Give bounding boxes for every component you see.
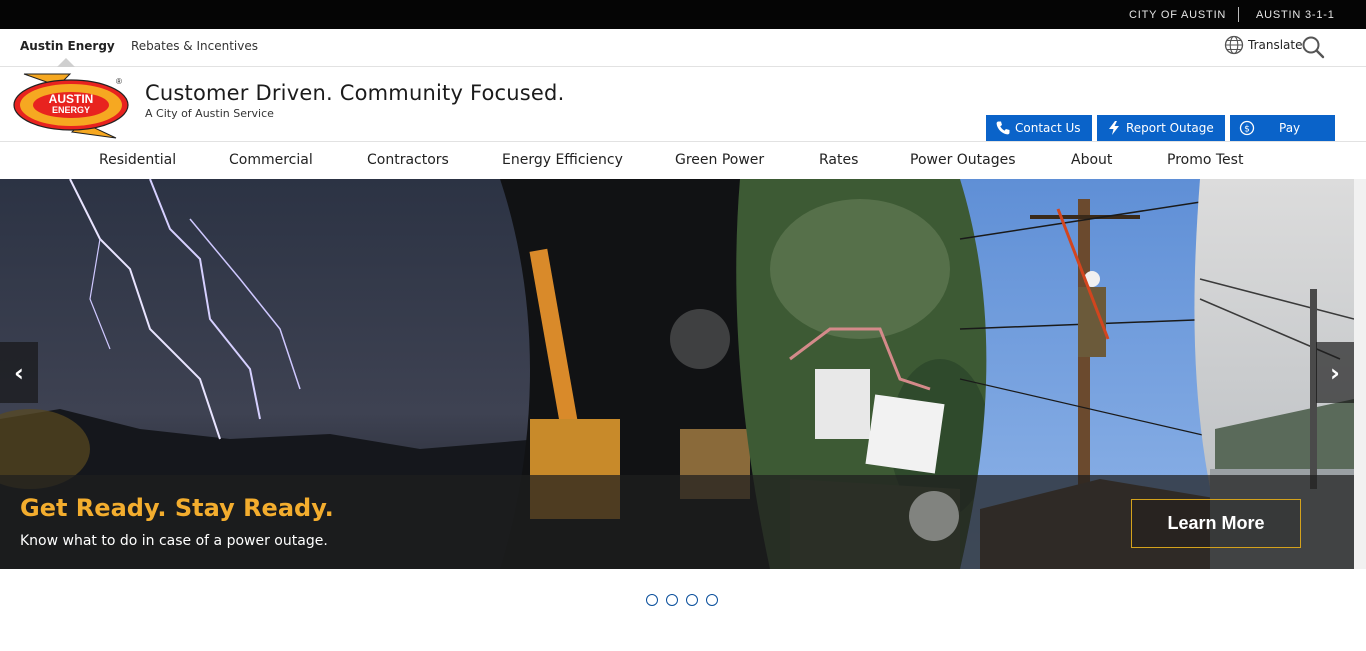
translate-button[interactable]: Translate [1224,34,1303,56]
site-switcher-bar: Austin Energy Rebates & Incentives Trans… [0,29,1366,67]
globe-icon [1224,35,1244,55]
city-of-austin-link[interactable]: CITY OF AUSTIN [1129,9,1226,21]
nav-item-promo-test[interactable]: Promo Test [1167,152,1243,168]
hero-headline: Get Ready. Stay Ready. [20,494,334,522]
nav-item-power-outages[interactable]: Power Outages [910,152,1016,168]
svg-text:®: ® [116,77,122,86]
utility-bar: CITY OF AUSTIN AUSTIN 3-1-1 [0,0,1366,29]
carousel-indicators [646,594,718,606]
carousel-prev-button[interactable]: ‹ [0,342,38,403]
translate-label: Translate [1248,38,1303,52]
lightning-bolt-icon [1109,121,1119,135]
nav-item-rates[interactable]: Rates [819,152,858,168]
svg-text:ENERGY: ENERGY [52,105,90,115]
search-icon[interactable] [1300,34,1326,60]
dollar-circle-icon: $ [1239,120,1255,136]
pay-button[interactable]: $ Pay [1230,115,1335,141]
site-tab-rebates[interactable]: Rebates & Incentives [131,39,258,53]
nav-item-about[interactable]: About [1071,152,1112,168]
page-scrollbar[interactable] [1354,179,1366,569]
nav-item-contractors[interactable]: Contractors [367,152,449,168]
report-outage-button[interactable]: Report Outage [1097,115,1225,141]
contact-us-button[interactable]: Contact Us [986,115,1092,141]
carousel-dot[interactable] [666,594,678,606]
pay-label: Pay [1279,121,1301,135]
site-tagline: Customer Driven. Community Focused. [145,81,565,105]
contact-us-label: Contact Us [1015,121,1081,135]
nav-item-commercial[interactable]: Commercial [229,152,313,168]
site-header: AUSTIN ENERGY ® Customer Driven. Communi… [0,67,1366,142]
main-navigation: Residential Commercial Contractors Energ… [0,142,1366,179]
svg-text:AUSTIN: AUSTIN [49,92,94,106]
active-site-caret [57,58,75,67]
carousel-dot[interactable] [646,594,658,606]
carousel-dot[interactable] [686,594,698,606]
utility-divider [1238,7,1239,22]
learn-more-button[interactable]: Learn More [1131,499,1301,548]
austin-311-link[interactable]: AUSTIN 3-1-1 [1256,9,1335,21]
site-subtitle: A City of Austin Service [145,107,274,120]
hero-carousel: Get Ready. Stay Ready. Know what to do i… [0,179,1354,569]
nav-item-residential[interactable]: Residential [99,152,176,168]
hero-subline: Know what to do in case of a power outag… [20,533,328,549]
report-outage-label: Report Outage [1126,121,1214,135]
site-tab-austin-energy[interactable]: Austin Energy [20,39,115,53]
austin-energy-logo[interactable]: AUSTIN ENERGY ® [12,70,132,140]
carousel-dot[interactable] [706,594,718,606]
svg-text:$: $ [1244,125,1250,135]
carousel-pause-button[interactable] [909,491,959,541]
nav-item-green-power[interactable]: Green Power [675,152,764,168]
phone-icon [996,121,1010,135]
nav-item-energy-efficiency[interactable]: Energy Efficiency [502,152,623,168]
carousel-next-button[interactable]: › [1316,342,1354,403]
